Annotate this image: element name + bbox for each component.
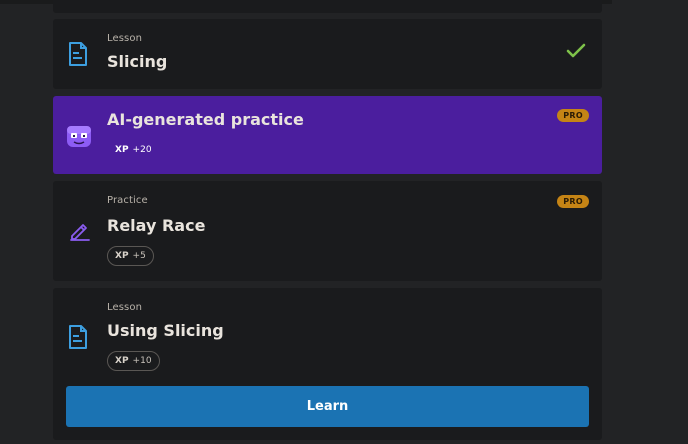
lesson-doc-icon bbox=[67, 324, 89, 354]
lesson-title: Using Slicing bbox=[107, 321, 224, 340]
previous-card-edge bbox=[53, 0, 602, 13]
right-gutter bbox=[612, 0, 688, 444]
practice-kind-label: Practice bbox=[107, 195, 148, 206]
practice-card-relay-race[interactable]: Practice Relay Race XP +5 PRO bbox=[53, 181, 602, 281]
xp-badge: XP +10 bbox=[107, 351, 160, 371]
practice-title: Relay Race bbox=[107, 216, 206, 235]
xp-label: XP bbox=[115, 145, 129, 155]
xp-label: XP bbox=[115, 251, 129, 261]
lesson-card-using-slicing[interactable]: Lesson Using Slicing XP +10 Learn bbox=[53, 288, 602, 440]
robot-mascot-icon bbox=[65, 123, 93, 153]
lesson-doc-icon bbox=[67, 41, 89, 71]
xp-label: XP bbox=[115, 356, 129, 366]
xp-value: +20 bbox=[132, 145, 152, 155]
xp-value: +10 bbox=[132, 356, 152, 366]
lesson-card-slicing[interactable]: Lesson Slicing bbox=[53, 19, 602, 89]
learn-button[interactable]: Learn bbox=[66, 386, 589, 427]
ai-practice-card[interactable]: AI-generated practice XP +20 PRO bbox=[53, 96, 602, 174]
lesson-title: Slicing bbox=[107, 52, 168, 71]
xp-badge: XP +5 bbox=[107, 246, 154, 266]
xp-badge: XP +20 bbox=[107, 140, 160, 160]
pro-badge: PRO bbox=[557, 195, 589, 208]
completed-check-icon bbox=[566, 43, 586, 63]
lesson-kind-label: Lesson bbox=[107, 33, 143, 44]
pro-badge: PRO bbox=[557, 109, 589, 122]
lesson-kind-label: Lesson bbox=[107, 302, 143, 313]
ai-practice-title: AI-generated practice bbox=[107, 110, 304, 129]
xp-value: +5 bbox=[132, 251, 146, 261]
pencil-edit-icon bbox=[69, 219, 91, 245]
